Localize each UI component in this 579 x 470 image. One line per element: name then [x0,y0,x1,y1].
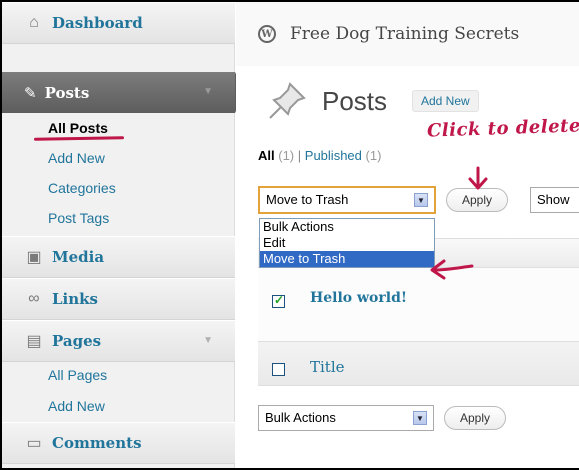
table-row[interactable]: Hello world! [258,268,579,342]
pages-icon: ▤ [26,333,42,350]
row-checkbox[interactable] [272,293,285,308]
sidebar-item-media[interactable]: ▣ Media [2,236,235,278]
show-filter-select[interactable]: Show [530,187,579,213]
annotation-underline [33,136,125,141]
dropdown-option-move-to-trash[interactable]: Move to Trash [260,251,434,267]
filter-published[interactable]: Published [305,148,362,163]
main-content: W Free Dog Training Secrets Posts Add Ne… [236,2,579,468]
table-footer: Title [258,342,579,386]
sidebar-item-label: Links [52,290,98,308]
post-status-filters: All (1) | Published (1) [258,148,381,163]
admin-sidebar: ⌂ Dashboard ✎ Posts ▼ All Posts Add New … [2,2,245,468]
select-value: Bulk Actions [265,410,336,425]
comment-icon: ▭ [26,435,42,452]
annotation-click-to-delete: Click to delete [426,115,579,142]
filter-separator: | [297,148,302,163]
select-all-checkbox[interactable] [272,363,285,376]
sidebar-item-label: Dashboard [52,14,143,32]
pushpin-icon: ✎ [24,84,37,102]
select-value: Move to Trash [266,192,349,207]
sidebar-item-pages[interactable]: ▤ Pages ▼ [2,320,235,362]
chevron-down-icon[interactable]: ▼ [414,193,428,207]
chevron-down-icon: ▼ [203,86,213,97]
dropdown-option-edit[interactable]: Edit [260,235,434,251]
post-title-link[interactable]: Hello world! [310,290,407,306]
sidebar-item-label: Posts [44,83,90,102]
sidebar-subitem-add-new[interactable]: Add New [48,150,105,166]
filter-all[interactable]: All [258,148,275,163]
home-icon: ⌂ [29,14,39,31]
apply-button-bottom[interactable]: Apply [444,406,506,430]
column-title[interactable]: Title [310,358,345,376]
sidebar-item-comments[interactable]: ▭ Comments [2,422,235,464]
chevron-down-icon[interactable]: ▼ [413,411,427,425]
site-header: W Free Dog Training Secrets [236,2,579,66]
sidebar-subitem-categories[interactable]: Categories [48,180,116,196]
add-new-button[interactable]: Add New [412,90,479,112]
pushpin-large-icon [269,82,306,119]
screenshot-frame: ⌂ Dashboard ✎ Posts ▼ All Posts Add New … [0,0,579,470]
chevron-down-icon: ▼ [203,335,213,346]
sidebar-subitem-all-posts[interactable]: All Posts [48,120,108,136]
site-title[interactable]: Free Dog Training Secrets [290,24,519,44]
sidebar-item-posts[interactable]: ✎ Posts ▼ [2,72,245,113]
sidebar-item-label: Pages [52,332,102,350]
bulk-actions-dropdown: Bulk Actions Edit Move to Trash [259,218,435,268]
sidebar-item-links[interactable]: ∞ Links [2,278,235,320]
filter-published-count: (1) [365,148,382,163]
sidebar-item-dashboard[interactable]: ⌂ Dashboard [2,2,235,44]
sidebar-subitem-all-pages[interactable]: All Pages [48,367,107,383]
page-title: Posts [322,86,388,116]
dropdown-option-bulk-actions[interactable]: Bulk Actions [260,219,434,235]
link-icon: ∞ [28,290,40,307]
media-icon: ▣ [26,249,42,266]
sidebar-item-label: Comments [52,434,142,452]
wordpress-logo-icon: W [258,25,276,43]
sidebar-subitem-post-tags[interactable]: Post Tags [48,210,109,226]
sidebar-item-label: Media [52,248,105,266]
apply-button-top[interactable]: Apply [446,188,508,212]
bulk-actions-select-bottom[interactable]: Bulk Actions ▼ [258,405,434,431]
select-value: Show [537,192,570,207]
bulk-actions-select-top[interactable]: Move to Trash ▼ [258,186,436,214]
filter-all-count: (1) [278,148,295,163]
sidebar-subitem-add-new-page[interactable]: Add New [48,398,105,414]
